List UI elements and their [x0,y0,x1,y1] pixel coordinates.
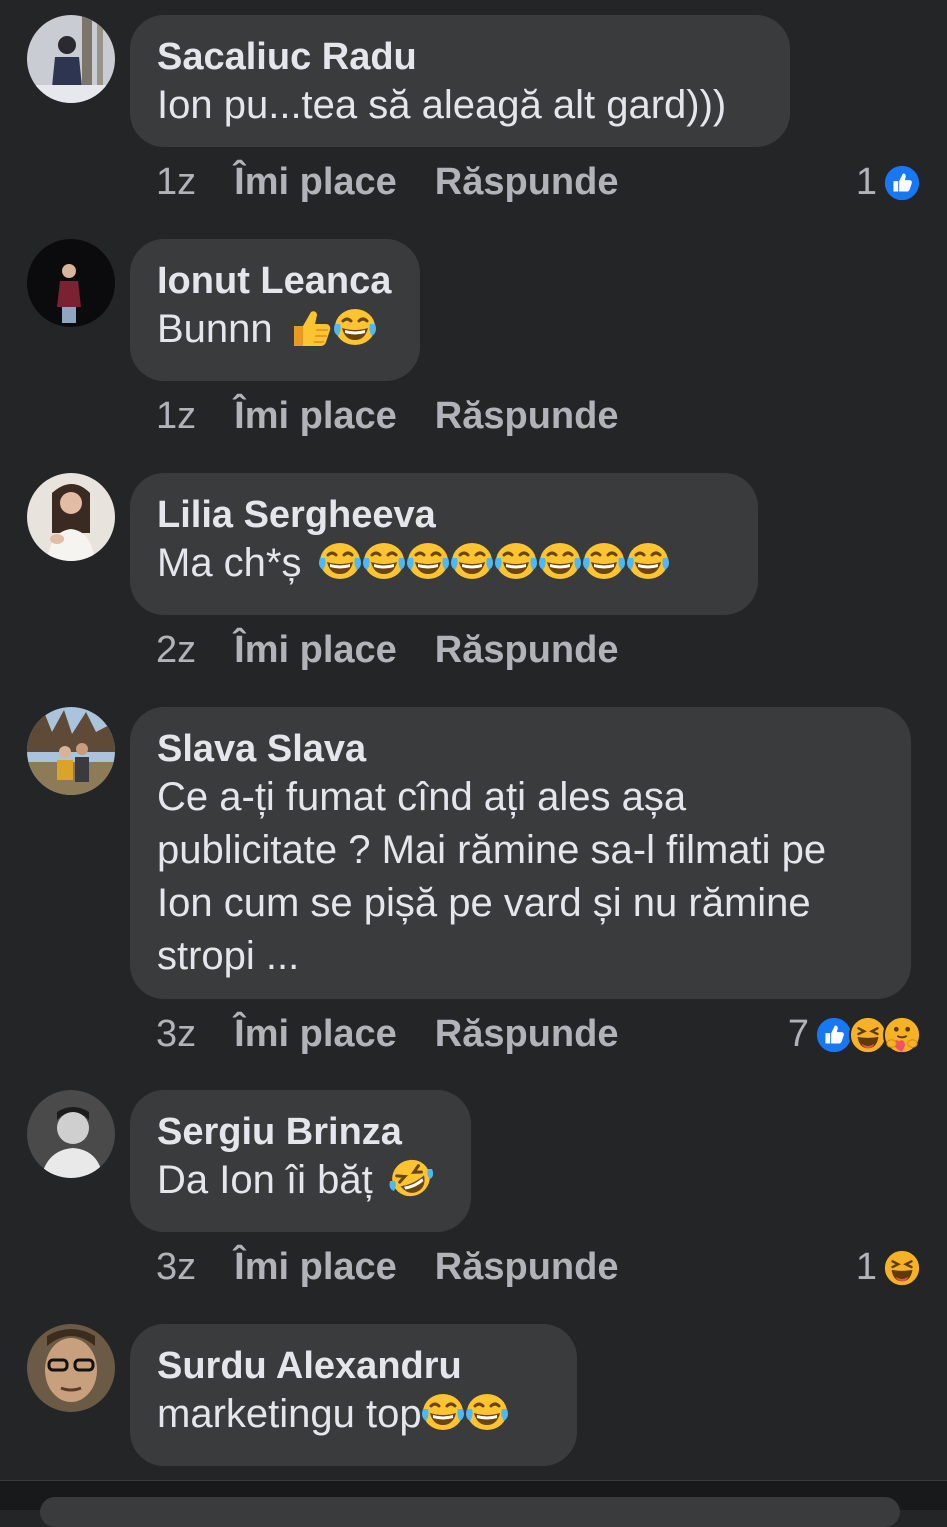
care-icon [883,1016,921,1054]
reaction-count: 1 [855,1246,877,1288]
comment-text: Ion pu...tea să aleagă alt gard))) [157,83,727,127]
like-button[interactable]: Îmi place [234,1246,397,1289]
reaction-summary[interactable]: 7 [788,1013,921,1056]
tears-of-joy-emoji [493,538,539,584]
comment-actions: 3z Îmi place Răspunde [156,1013,618,1056]
author-name[interactable]: Sergiu Brinza [157,1110,443,1154]
like-icon [815,1016,853,1054]
tears-of-joy-emoji [464,1389,510,1435]
comment-bubble: Surdu Alexandru marketingu top [130,1324,577,1466]
author-name[interactable]: Lilia Sergheeva [157,493,730,537]
comment-input[interactable] [40,1497,900,1527]
haha-icon [883,1249,921,1287]
reaction-summary[interactable]: 1 [856,161,921,204]
author-name[interactable]: Surdu Alexandru [157,1344,549,1388]
avatar[interactable] [27,239,115,327]
author-name[interactable]: Ionut Leanca [157,259,392,303]
tears-of-joy-emoji [332,304,378,350]
comment-text-content: Da Ion îi băț [157,1158,384,1202]
comment-actions: 1z Îmi place Răspunde [156,161,618,204]
rofl-emoji [388,1155,434,1201]
avatar[interactable] [27,473,115,561]
avatar[interactable] [27,707,115,795]
reaction-count: 7 [787,1013,809,1055]
comment-text: Ma ch*ș [157,537,730,590]
comment-text: Da Ion îi băț [157,1154,443,1207]
comment-bubble: Ionut Leanca Bunnn [130,239,420,381]
comment-time[interactable]: 2z [156,629,196,672]
comment-text: marketingu top [157,1388,549,1441]
comment-time[interactable]: 1z [156,395,196,438]
tears-of-joy-emoji [449,538,495,584]
avatar[interactable] [27,1090,115,1178]
like-button[interactable]: Îmi place [234,395,397,438]
reaction-summary[interactable]: 1 [856,1246,921,1289]
comment-text: Ce a-ți fumat cînd ați ales așa publicit… [157,775,827,978]
comment-actions: 3z Îmi place Răspunde [156,1246,618,1289]
comment-bubble: Lilia Sergheeva Ma ch*ș [130,473,758,615]
comment-text-content: Bunnn [157,307,284,351]
thumbs-up-emoji [288,304,334,350]
like-button[interactable]: Îmi place [234,1013,397,1056]
reaction-count: 1 [855,161,877,203]
reply-button[interactable]: Răspunde [435,161,619,204]
comment-time[interactable]: 3z [156,1246,196,1289]
comment-actions: 1z Îmi place Răspunde [156,395,618,438]
tears-of-joy-emoji [537,538,583,584]
haha-icon [849,1016,887,1054]
comment-text-content: marketingu top [157,1392,422,1436]
reply-button[interactable]: Răspunde [435,1246,619,1289]
author-name[interactable]: Slava Slava [157,727,883,771]
avatar[interactable] [27,15,115,103]
tears-of-joy-emoji [581,538,627,584]
comment-time[interactable]: 1z [156,161,196,204]
tears-of-joy-emoji [625,538,671,584]
author-name[interactable]: Sacaliuc Radu [157,35,762,79]
tears-of-joy-emoji [405,538,451,584]
comment-text: Bunnn [157,303,392,356]
comment-bubble: Sergiu Brinza Da Ion îi băț [130,1090,471,1232]
comment-time[interactable]: 3z [156,1013,196,1056]
tears-of-joy-emoji [317,538,363,584]
reply-button[interactable]: Răspunde [435,395,619,438]
reply-button[interactable]: Răspunde [435,629,619,672]
avatar[interactable] [27,1324,115,1412]
comment-actions: 2z Îmi place Răspunde [156,629,618,672]
tears-of-joy-emoji [361,538,407,584]
reply-button[interactable]: Răspunde [435,1013,619,1056]
tears-of-joy-emoji [420,1389,466,1435]
like-button[interactable]: Îmi place [234,161,397,204]
like-icon [883,164,921,202]
comment-text-content: Ma ch*ș [157,541,313,585]
comment-bubble: Slava Slava Ce a-ți fumat cînd ați ales … [130,707,911,999]
like-button[interactable]: Îmi place [234,629,397,672]
comment-bubble: Sacaliuc Radu Ion pu...tea să aleagă alt… [130,15,790,147]
